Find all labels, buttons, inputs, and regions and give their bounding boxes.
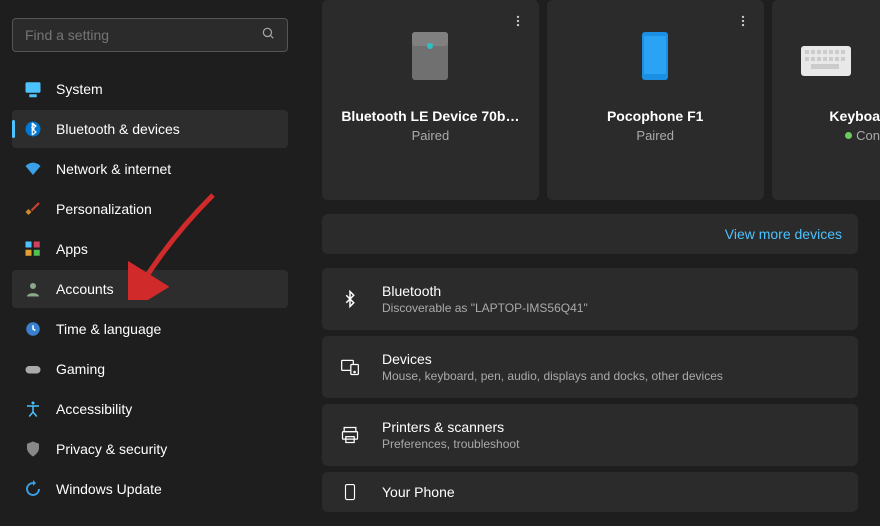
sidebar-item-time-language[interactable]: Time & language xyxy=(12,310,288,348)
sidebar-item-label: Windows Update xyxy=(56,481,162,497)
sidebar-item-accessibility[interactable]: Accessibility xyxy=(12,390,288,428)
printer-icon xyxy=(340,425,360,445)
selection-bar xyxy=(12,120,15,138)
your-phone-row[interactable]: Your Phone xyxy=(322,472,858,512)
device-status: Paired xyxy=(636,128,674,143)
paintbrush-icon xyxy=(24,200,42,218)
row-title: Your Phone xyxy=(382,484,455,500)
device-card[interactable]: Pocophone F1 Paired xyxy=(547,0,764,200)
device-status: Paired xyxy=(412,128,450,143)
sidebar-item-label: Accounts xyxy=(56,281,114,297)
device-card[interactable]: Keyboa Con xyxy=(772,0,880,200)
sidebar-item-personalization[interactable]: Personalization xyxy=(12,190,288,228)
sidebar-item-system[interactable]: System xyxy=(12,70,288,108)
row-title: Bluetooth xyxy=(382,283,588,299)
kebab-icon xyxy=(736,14,750,28)
device-card[interactable]: Bluetooth LE Device 70b… Paired xyxy=(322,0,539,200)
search-box[interactable] xyxy=(12,18,288,52)
row-subtitle: Mouse, keyboard, pen, audio, displays an… xyxy=(382,369,723,383)
phone-icon xyxy=(640,30,670,82)
sidebar-item-apps[interactable]: Apps xyxy=(12,230,288,268)
view-more-devices-link[interactable]: View more devices xyxy=(725,226,842,242)
row-subtitle: Preferences, troubleshoot xyxy=(382,437,519,451)
devices-icon xyxy=(340,357,360,377)
settings-rows: Bluetooth Discoverable as "LAPTOP-IMS56Q… xyxy=(300,268,880,512)
device-title: Keyboa xyxy=(772,108,880,124)
person-icon xyxy=(24,280,42,298)
sidebar-item-gaming[interactable]: Gaming xyxy=(12,350,288,388)
device-title: Bluetooth LE Device 70b… xyxy=(322,108,539,124)
sidebar-item-label: Personalization xyxy=(56,201,152,217)
sidebar-item-bluetooth-devices[interactable]: Bluetooth & devices xyxy=(12,110,288,148)
gamepad-icon xyxy=(24,360,42,378)
sidebar-item-label: Privacy & security xyxy=(56,441,167,457)
device-title: Pocophone F1 xyxy=(547,108,764,124)
devices-row[interactable]: Devices Mouse, keyboard, pen, audio, dis… xyxy=(322,336,858,398)
printers-row[interactable]: Printers & scanners Preferences, trouble… xyxy=(322,404,858,466)
phone-icon xyxy=(340,482,360,502)
device-status: Con xyxy=(772,128,880,143)
accessibility-icon xyxy=(24,400,42,418)
sidebar-item-privacy[interactable]: Privacy & security xyxy=(12,430,288,468)
wifi-icon xyxy=(24,160,42,178)
sidebar-item-label: Network & internet xyxy=(56,161,171,177)
row-subtitle: Discoverable as "LAPTOP-IMS56Q41" xyxy=(382,301,588,315)
main-content: Bluetooth LE Device 70b… Paired Pocophon… xyxy=(300,0,880,526)
sidebar-item-network[interactable]: Network & internet xyxy=(12,150,288,188)
keyboard-icon xyxy=(801,46,851,76)
sidebar-item-accounts[interactable]: Accounts xyxy=(12,270,288,308)
sidebar-item-label: System xyxy=(56,81,103,97)
shield-icon xyxy=(24,440,42,458)
card-menu-button[interactable] xyxy=(728,6,758,36)
device-cards: Bluetooth LE Device 70b… Paired Pocophon… xyxy=(300,0,880,200)
bluetooth-row[interactable]: Bluetooth Discoverable as "LAPTOP-IMS56Q… xyxy=(322,268,858,330)
bluetooth-icon xyxy=(340,289,360,309)
kebab-icon xyxy=(511,14,525,28)
sidebar-item-label: Bluetooth & devices xyxy=(56,121,180,137)
row-title: Printers & scanners xyxy=(382,419,519,435)
apps-icon xyxy=(24,240,42,258)
search-icon xyxy=(261,26,275,45)
sidebar-item-windows-update[interactable]: Windows Update xyxy=(12,470,288,508)
sidebar: System Bluetooth & devices Network & int… xyxy=(0,0,300,526)
sidebar-item-label: Gaming xyxy=(56,361,105,377)
bluetooth-icon xyxy=(24,120,42,138)
search-input[interactable] xyxy=(25,27,261,43)
update-icon xyxy=(24,480,42,498)
row-title: Devices xyxy=(382,351,723,367)
device-icon xyxy=(410,30,450,82)
sidebar-item-label: Apps xyxy=(56,241,88,257)
sidebar-item-label: Accessibility xyxy=(56,401,132,417)
sidebar-item-label: Time & language xyxy=(56,321,161,337)
card-menu-button[interactable] xyxy=(503,6,533,36)
view-more-devices-row[interactable]: View more devices xyxy=(322,214,858,254)
monitor-icon xyxy=(24,80,42,98)
status-dot xyxy=(845,132,852,139)
clock-icon xyxy=(24,320,42,338)
